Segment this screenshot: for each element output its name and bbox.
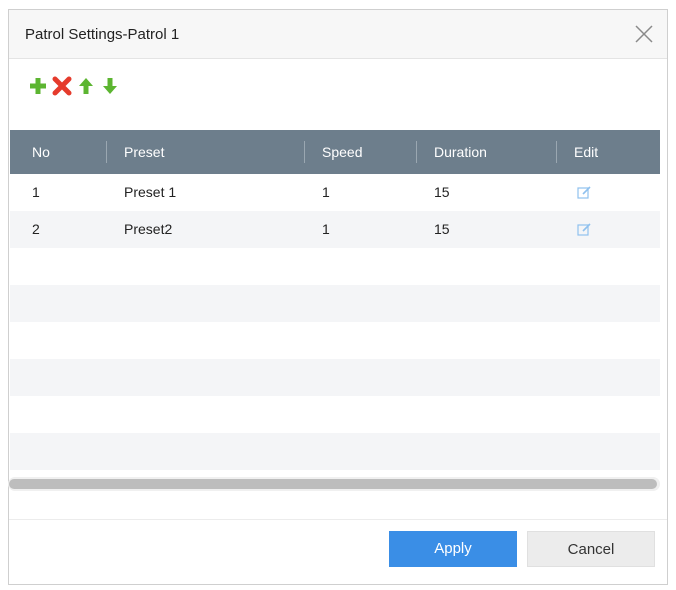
cell-speed: 1: [322, 184, 330, 200]
table-header: No Preset Speed Duration Edit: [10, 130, 660, 174]
horizontal-scrollbar[interactable]: [8, 477, 660, 491]
column-header-duration[interactable]: Duration: [434, 130, 487, 174]
edit-icon[interactable]: [577, 185, 592, 200]
empty-row: [10, 248, 660, 285]
column-header-preset[interactable]: Preset: [124, 130, 164, 174]
cell-duration: 15: [434, 221, 450, 237]
column-header-no[interactable]: No: [32, 130, 50, 174]
column-divider[interactable]: [416, 141, 417, 163]
column-divider[interactable]: [304, 141, 305, 163]
scrollbar-thumb[interactable]: [9, 479, 657, 489]
move-up-icon[interactable]: [75, 74, 97, 98]
column-divider[interactable]: [106, 141, 107, 163]
table-row[interactable]: 1 Preset 1 1 15: [10, 174, 660, 211]
dialog-title: Patrol Settings-Patrol 1: [25, 26, 180, 43]
empty-row: [10, 322, 660, 359]
empty-row: [10, 285, 660, 322]
column-header-speed[interactable]: Speed: [322, 130, 362, 174]
patrol-toolbar: [27, 73, 121, 99]
apply-button[interactable]: Apply: [389, 531, 517, 567]
edit-icon[interactable]: [577, 222, 592, 237]
table-row[interactable]: 2 Preset2 1 15: [10, 211, 660, 248]
cell-duration: 15: [434, 184, 450, 200]
preset-table: No Preset Speed Duration Edit 1 Preset 1…: [10, 130, 660, 500]
column-divider[interactable]: [556, 141, 557, 163]
cell-no: 1: [32, 184, 40, 200]
column-header-edit: Edit: [574, 144, 599, 160]
cancel-button[interactable]: Cancel: [527, 531, 655, 567]
cell-speed: 1: [322, 221, 330, 237]
empty-row: [10, 396, 660, 433]
footer-divider: [9, 519, 667, 520]
delete-icon[interactable]: [51, 74, 73, 98]
empty-row: [10, 433, 660, 470]
cell-preset: Preset 1: [124, 184, 177, 200]
empty-row: [10, 359, 660, 396]
close-icon[interactable]: [633, 23, 655, 45]
cell-preset: Preset2: [124, 221, 173, 237]
move-down-icon[interactable]: [99, 74, 121, 98]
cell-no: 2: [32, 221, 40, 237]
dialog-titlebar: Patrol Settings-Patrol 1: [9, 10, 667, 59]
add-icon[interactable]: [27, 74, 49, 98]
